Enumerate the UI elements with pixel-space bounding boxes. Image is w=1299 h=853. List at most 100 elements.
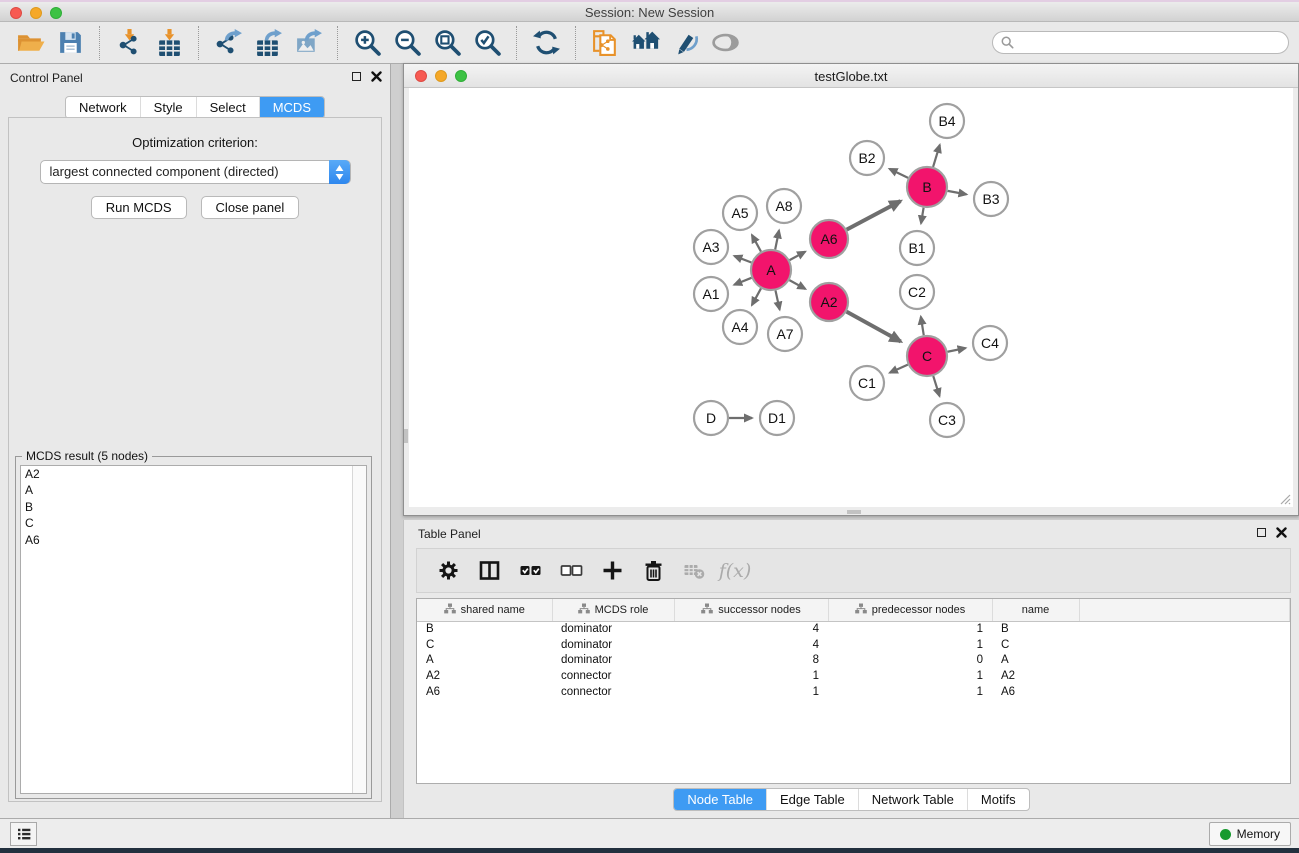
column-header-successor-nodes[interactable]: successor nodes [674, 599, 828, 621]
graph-node-A6[interactable]: A6 [810, 220, 848, 258]
memory-button[interactable]: Memory [1209, 822, 1291, 846]
unselect-all-icon[interactable] [554, 556, 588, 586]
network-graph[interactable]: B4 B2 B B3 A8 A5 A6 B1 A3 A A1 C2 A2 A4 A7 C4 C C1 C3 D D1 [409, 88, 1293, 507]
result-item[interactable]: A6 [21, 532, 366, 548]
graph-edge-A-A5[interactable] [752, 235, 761, 252]
graph-node-B[interactable]: B [907, 167, 947, 207]
graph-edge-C-C2[interactable] [921, 317, 924, 336]
tab-node-table[interactable]: Node Table [674, 789, 766, 810]
graph-node-C4[interactable]: C4 [973, 326, 1007, 360]
graph-node-C3[interactable]: C3 [930, 403, 964, 437]
graph-edge-A-A6[interactable] [790, 252, 806, 260]
tab-edge-table[interactable]: Edge Table [766, 789, 858, 810]
graph-node-B2[interactable]: B2 [850, 141, 884, 175]
trash-icon[interactable] [636, 556, 670, 586]
horizontal-scroll-thumb[interactable] [847, 510, 861, 514]
home-icon[interactable] [625, 26, 665, 60]
columns-icon[interactable] [472, 556, 506, 586]
table-row[interactable]: A2connector11A2 [417, 668, 1290, 684]
graph-node-A1[interactable]: A1 [694, 277, 728, 311]
graph-node-A[interactable]: A [751, 250, 791, 290]
graph-edge-A6-B[interactable] [847, 201, 901, 230]
run-mcds-button[interactable]: Run MCDS [91, 196, 187, 219]
graph-edge-A-A8[interactable] [775, 230, 779, 249]
export-table-icon[interactable] [248, 26, 288, 60]
graph-node-B4[interactable]: B4 [930, 104, 964, 138]
graph-node-D1[interactable]: D1 [760, 401, 794, 435]
graph-node-A5[interactable]: A5 [723, 196, 757, 230]
result-item[interactable]: B [21, 499, 366, 515]
graph-node-A3[interactable]: A3 [694, 230, 728, 264]
zoom-fit-icon[interactable] [427, 26, 467, 60]
close-panel-icon[interactable] [371, 71, 382, 82]
gear-icon[interactable] [431, 556, 465, 586]
graph-edge-A-A1[interactable] [734, 278, 751, 285]
refresh-layout-icon[interactable] [526, 26, 566, 60]
tab-style[interactable]: Style [140, 97, 196, 118]
result-item[interactable]: A [21, 482, 366, 498]
vertical-scroll-thumb[interactable] [404, 429, 408, 443]
graph-edge-A-A7[interactable] [775, 291, 779, 310]
export-network-icon[interactable] [208, 26, 248, 60]
node-table[interactable]: shared nameMCDS rolesuccessor nodesprede… [416, 598, 1291, 784]
column-header-name[interactable]: name [992, 599, 1079, 621]
criterion-dropdown[interactable]: largest connected component (directed) [40, 160, 351, 184]
graph-edge-C-C1[interactable] [890, 365, 908, 373]
table-close-panel-icon[interactable] [1276, 527, 1287, 538]
graph-node-C[interactable]: C [907, 336, 947, 376]
graph-edge-B-B4[interactable] [933, 145, 940, 167]
search-field[interactable] [992, 31, 1289, 54]
import-network-icon[interactable] [109, 26, 149, 60]
float-panel-icon[interactable] [352, 72, 361, 81]
save-icon[interactable] [50, 26, 90, 60]
resize-grip-icon[interactable] [1278, 492, 1291, 505]
table-float-panel-icon[interactable] [1257, 528, 1266, 537]
table-row[interactable]: Bdominator41B [417, 621, 1290, 637]
table-row[interactable]: Adominator80A [417, 653, 1290, 669]
network-window-titlebar[interactable]: testGlobe.txt [404, 64, 1298, 88]
network-canvas[interactable]: B4 B2 B B3 A8 A5 A6 B1 A3 A A1 C2 A2 A4 A7 C4 C C1 C3 D D1 [409, 88, 1293, 507]
eye-icon[interactable] [705, 26, 745, 60]
import-table-icon[interactable] [149, 26, 189, 60]
graph-node-C2[interactable]: C2 [900, 275, 934, 309]
column-header-shared-name[interactable]: shared name [417, 599, 552, 621]
zoom-in-icon[interactable] [347, 26, 387, 60]
tab-select[interactable]: Select [196, 97, 259, 118]
open-folder-icon[interactable] [10, 26, 50, 60]
graph-edge-C-C3[interactable] [933, 376, 939, 396]
graph-node-B3[interactable]: B3 [974, 182, 1008, 216]
graph-edge-A-A2[interactable] [789, 280, 805, 289]
add-icon[interactable] [595, 556, 629, 586]
result-item[interactable]: C [21, 515, 366, 531]
graph-node-B1[interactable]: B1 [900, 231, 934, 265]
annotation-marker-icon[interactable] [665, 26, 705, 60]
export-image-icon[interactable] [288, 26, 328, 60]
close-panel-button[interactable]: Close panel [201, 196, 300, 219]
tab-network[interactable]: Network [66, 97, 140, 118]
column-header-predecessor-nodes[interactable]: predecessor nodes [828, 599, 992, 621]
select-all-icon[interactable] [513, 556, 547, 586]
graph-edge-A2-C[interactable] [847, 312, 901, 342]
graph-node-A2[interactable]: A2 [810, 283, 848, 321]
result-scrollbar[interactable] [352, 466, 366, 793]
tab-mcds[interactable]: MCDS [259, 97, 324, 118]
graph-edge-B-B1[interactable] [921, 208, 924, 224]
tab-motifs[interactable]: Motifs [967, 789, 1029, 810]
graph-edge-B-B2[interactable] [890, 169, 909, 178]
table-row[interactable]: A6connector11A6 [417, 684, 1290, 700]
tab-network-table[interactable]: Network Table [858, 789, 967, 810]
graph-edge-A-A3[interactable] [734, 256, 751, 263]
search-input[interactable] [1014, 34, 1288, 52]
graph-node-A8[interactable]: A8 [767, 189, 801, 223]
graph-node-A7[interactable]: A7 [768, 317, 802, 351]
column-header-MCDS-role[interactable]: MCDS role [552, 599, 674, 621]
result-item[interactable]: A2 [21, 466, 366, 482]
zoom-selected-icon[interactable] [467, 26, 507, 60]
graph-node-C1[interactable]: C1 [850, 366, 884, 400]
graph-node-D[interactable]: D [694, 401, 728, 435]
graph-edge-A-A4[interactable] [752, 288, 761, 305]
graph-edge-C-C4[interactable] [948, 348, 966, 352]
graph-node-A4[interactable]: A4 [723, 310, 757, 344]
task-history-button[interactable] [10, 822, 37, 846]
zoom-out-icon[interactable] [387, 26, 427, 60]
